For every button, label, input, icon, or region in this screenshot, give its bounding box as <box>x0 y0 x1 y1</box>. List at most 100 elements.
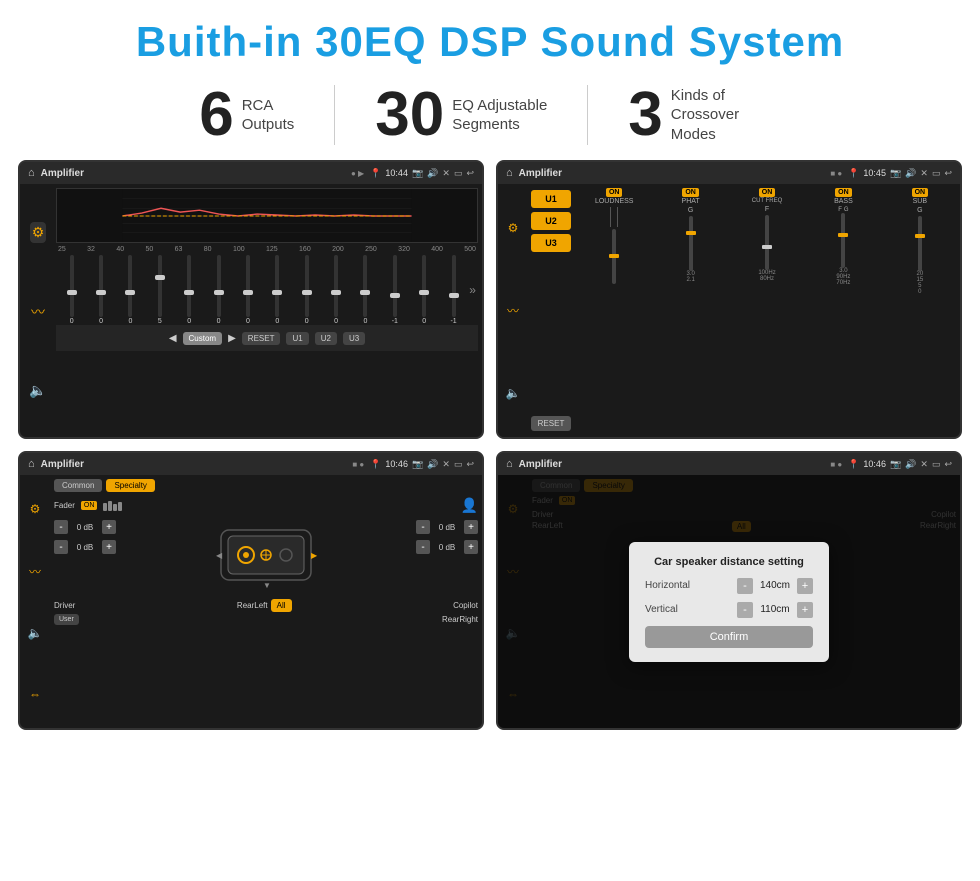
eq-prev-icon[interactable]: ◀ <box>169 333 177 344</box>
amp-vol-icon[interactable]: 🔈 <box>506 386 521 400</box>
amp-sidebar: ⚙ 〰 🔈 <box>498 184 528 437</box>
screen2-topbar: ⌂ Amplifier ■ ● 📍 10:45 📷 🔊 ✕ ▭ ↩ <box>498 162 960 184</box>
cross-minus-2[interactable]: - <box>54 540 68 554</box>
dialog-box: Car speaker distance setting Horizontal … <box>629 542 829 662</box>
cross-plus-2[interactable]: + <box>102 540 116 554</box>
cross-tab-common[interactable]: Common <box>54 479 102 492</box>
dialog-confirm-button[interactable]: Confirm <box>645 626 813 648</box>
home-icon-2[interactable]: ⌂ <box>506 167 513 179</box>
amp-loudness-label: LOUDNESS <box>595 198 634 205</box>
amp-loudness-slider[interactable] <box>612 229 616 284</box>
screen-dialog: ⌂ Amplifier ■ ● 📍 10:46 📷 🔊 ✕ ▭ ↩ ⚙ <box>496 451 962 730</box>
screen-crossover: ⌂ Amplifier ■ ● 📍 10:46 📷 🔊 ✕ ▭ ↩ ⚙ 〰 <box>18 451 484 730</box>
amp-reset-btn[interactable]: RESET <box>531 416 571 431</box>
cross-db-val-3: 0 dB <box>433 523 461 532</box>
amp-loudness-on[interactable]: ON <box>606 188 623 197</box>
eq-slider-11[interactable]: 0 <box>352 255 379 325</box>
eq-btn-u1[interactable]: U1 <box>286 332 308 345</box>
cross-labels-row: Driver RearLeft All Copilot <box>54 599 478 612</box>
eq-slider-5[interactable]: 0 <box>176 255 203 325</box>
cross-left-db: - 0 dB + - 0 dB + <box>54 520 116 595</box>
home-icon-3[interactable]: ⌂ <box>28 458 35 470</box>
screen4-topbar-icons: 📍 10:46 📷 🔊 ✕ ▭ ↩ <box>848 459 952 470</box>
cross-minus-3[interactable]: - <box>416 520 430 534</box>
amp-u1-btn[interactable]: U1 <box>531 190 571 208</box>
amp-phat-slider[interactable] <box>689 216 693 271</box>
cross-plus-1[interactable]: + <box>102 520 116 534</box>
eq-body: ⚙ 〰 🔈 <box>20 184 482 437</box>
eq-slider-3[interactable]: 0 <box>117 255 144 325</box>
amp-sub-on[interactable]: ON <box>912 188 929 197</box>
eq-slider-9[interactable]: 0 <box>293 255 320 325</box>
cross-eq-icon[interactable]: ⚙ <box>30 502 41 516</box>
eq-slider-7[interactable]: 0 <box>234 255 261 325</box>
home-icon[interactable]: ⌂ <box>28 167 35 179</box>
eq-slider-12[interactable]: -1 <box>381 255 408 325</box>
amp-bass-label: BASS <box>834 198 853 205</box>
dialog-overlay: Car speaker distance setting Horizontal … <box>498 475 960 728</box>
amp-cutfreq-on[interactable]: ON <box>759 188 776 197</box>
eq-sidebar-eq-icon[interactable]: ⚙ <box>30 222 47 243</box>
cross-user-btn[interactable]: User <box>54 614 79 625</box>
eq-slider-13[interactable]: 0 <box>411 255 438 325</box>
cross-expand-icon[interactable]: ⇔ <box>29 687 41 701</box>
amp-wave-icon[interactable]: 〰 <box>507 302 519 319</box>
screen-amp: ⌂ Amplifier ■ ● 📍 10:45 📷 🔊 ✕ ▭ ↩ ⚙ 〰 <box>496 160 962 439</box>
cross-fader-on-badge[interactable]: ON <box>81 501 98 510</box>
eq-sliders-row: 0 0 0 5 <box>56 255 478 325</box>
amp-sub-slider[interactable] <box>918 216 922 271</box>
screens-grid: ⌂ Amplifier ● ▶ 📍 10:44 📷 🔊 ✕ ▭ ↩ ⚙ <box>0 160 980 740</box>
amp-controls: ON LOUDNESS ON PHAT G <box>574 184 960 437</box>
eq-sidebar-wave-icon[interactable]: 〰 <box>31 302 45 322</box>
eq-preset-custom[interactable]: Custom <box>183 332 223 345</box>
amp-cutfreq-slider[interactable] <box>765 215 769 270</box>
eq-graph <box>56 188 478 243</box>
cross-driver-label: Driver <box>54 601 75 610</box>
amp-bass-on[interactable]: ON <box>835 188 852 197</box>
amp-u3-btn[interactable]: U3 <box>531 234 571 252</box>
eq-next-icon[interactable]: ▶ <box>228 333 236 344</box>
eq-sidebar-vol-icon[interactable]: 🔈 <box>29 382 46 399</box>
screen1-topbar-icons: 📍 10:44 📷 🔊 ✕ ▭ ↩ <box>370 168 474 179</box>
cross-plus-4[interactable]: + <box>464 540 478 554</box>
eq-slider-2[interactable]: 0 <box>87 255 114 325</box>
dialog-horizontal-plus[interactable]: + <box>797 578 813 594</box>
dialog-horizontal-value: 140cm <box>757 580 793 591</box>
home-icon-4[interactable]: ⌂ <box>506 458 513 470</box>
cross-copilot-label: Copilot <box>453 601 478 610</box>
cross-plus-3[interactable]: + <box>464 520 478 534</box>
screen3-title: Amplifier <box>41 459 347 470</box>
eq-btn-u2[interactable]: U2 <box>315 332 337 345</box>
amp-sub-group: ON SUB G 20 15 5 0 <box>884 188 956 433</box>
cross-minus-4[interactable]: - <box>416 540 430 554</box>
cross-tab-specialty[interactable]: Specialty <box>106 479 154 492</box>
dialog-vertical-value: 110cm <box>757 604 793 615</box>
eq-slider-10[interactable]: 0 <box>322 255 349 325</box>
eq-btn-reset[interactable]: RESET <box>242 332 281 345</box>
amp-bass-slider[interactable] <box>841 213 845 268</box>
eq-slider-6[interactable]: 0 <box>205 255 232 325</box>
eq-btn-u3[interactable]: U3 <box>343 332 365 345</box>
amp-eq-icon[interactable]: ⚙ <box>508 221 519 235</box>
cross-settings-icon[interactable]: 👤 <box>461 497 478 514</box>
eq-slider-4[interactable]: 5 <box>146 255 173 325</box>
eq-slider-8[interactable]: 0 <box>264 255 291 325</box>
dialog-vertical-plus[interactable]: + <box>797 602 813 618</box>
amp-u2-btn[interactable]: U2 <box>531 212 571 230</box>
cross-wave-icon[interactable]: 〰 <box>29 563 41 580</box>
dialog-body: ⚙ 〰 🔈 ⇔ Common Specialty Fader ON <box>498 475 960 728</box>
eq-slider-14[interactable]: -1 <box>440 255 467 325</box>
cross-minus-1[interactable]: - <box>54 520 68 534</box>
eq-slider-1[interactable]: 0 <box>58 255 85 325</box>
dialog-vertical-minus[interactable]: - <box>737 602 753 618</box>
screen3-body: ⚙ 〰 🔈 ⇔ Common Specialty Fader ON <box>20 475 482 728</box>
cross-all-btn[interactable]: All <box>271 599 292 612</box>
page-title: Buith-in 30EQ DSP Sound System <box>0 0 980 76</box>
amp-left-panel: U1 U2 U3 RESET <box>528 184 574 437</box>
amp-body: ⚙ 〰 🔈 U1 U2 U3 RESET ON LOUDNESS <box>498 184 960 437</box>
dialog-horizontal-minus[interactable]: - <box>737 578 753 594</box>
amp-loudness-group: ON LOUDNESS <box>578 188 650 433</box>
page-root: Buith-in 30EQ DSP Sound System 6 RCA Out… <box>0 0 980 740</box>
cross-vol-icon[interactable]: 🔈 <box>28 626 43 640</box>
amp-phat-on[interactable]: ON <box>682 188 699 197</box>
